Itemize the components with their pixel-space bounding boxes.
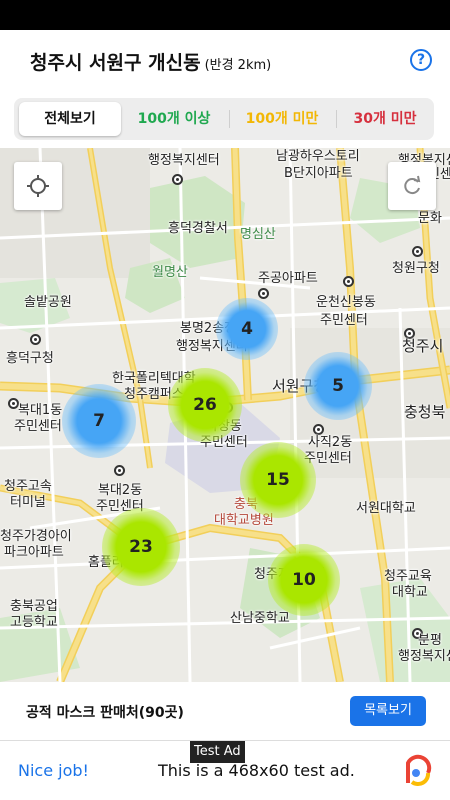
map-label: 산남중학교 <box>230 611 290 626</box>
store-cluster-marker[interactable]: 15 <box>240 442 316 518</box>
map-label: 청주가경아이 <box>0 529 72 544</box>
poi-marker <box>412 246 423 257</box>
test-ad-tag: Test Ad <box>190 741 245 763</box>
poi-marker <box>172 174 183 185</box>
filter-segmented-control: 전체보기 100개 이상 100개 미만 30개 미만 <box>14 98 434 140</box>
filter-divider <box>336 110 337 128</box>
map-label: B단지아파트 <box>284 166 353 181</box>
map-label: 충북공업 <box>10 599 58 614</box>
cluster-count: 15 <box>266 470 290 490</box>
store-cluster-marker[interactable]: 10 <box>268 544 340 616</box>
map-label: 터미널 <box>10 495 46 510</box>
map-label: 주공아파트 <box>258 271 318 286</box>
map-label: 대학교 <box>392 585 428 600</box>
map-label: 명심산 <box>240 227 276 242</box>
filter-all-button[interactable]: 전체보기 <box>19 102 121 136</box>
poi-marker <box>258 288 269 299</box>
poi-marker <box>30 334 41 345</box>
map-label: 복대1동 <box>18 403 63 418</box>
cluster-count: 26 <box>193 395 217 415</box>
crosshair-icon <box>27 175 49 197</box>
refresh-button[interactable] <box>388 162 436 210</box>
map-label: 솔밭공원 <box>24 295 72 310</box>
header: 청주시 서원구 개신동 (반경 2km) ? <box>0 30 450 92</box>
map-label: 청주교육 <box>384 569 432 584</box>
store-cluster-marker[interactable]: 7 <box>62 384 136 458</box>
status-bar <box>0 0 450 30</box>
view-list-button[interactable]: 목록보기 <box>350 696 426 726</box>
map-label: 파크아파트 <box>4 545 64 560</box>
filter-under-100-button[interactable]: 100개 미만 <box>234 102 330 136</box>
map-label: 흥덕구청 <box>6 351 54 366</box>
map-label: 고등학교 <box>10 615 58 630</box>
map-view[interactable]: 행정복지센터 남광하우스토리 B단지아파트 행정복지센터 흥덕경찰서 명심산 월… <box>0 148 450 682</box>
filter-100-plus-button[interactable]: 100개 이상 <box>126 102 222 136</box>
question-circle-icon[interactable]: ? <box>410 49 432 71</box>
cluster-count: 10 <box>292 570 316 590</box>
map-label: 복대2동 <box>98 483 143 498</box>
adchoices-logo-icon[interactable] <box>400 753 432 793</box>
map-label: 청주시 <box>402 337 444 355</box>
map-label: 주민센터 <box>320 313 368 328</box>
store-count-label: 공적 마스크 판매처(90곳) <box>26 705 184 721</box>
poi-marker <box>343 276 354 287</box>
filter-under-30-button[interactable]: 30개 미만 <box>340 102 430 136</box>
map-label: 행정복지센터 <box>148 153 220 168</box>
map-label: 청주고속 <box>4 479 52 494</box>
map-label: 주민센터 <box>14 419 62 434</box>
map-label: 월명산 <box>152 265 188 280</box>
map-label: 사직2동 <box>308 435 353 450</box>
ad-text: This is a 468x60 test ad. <box>158 761 355 780</box>
ad-nice-job-text: Nice job! <box>18 761 89 780</box>
cluster-count: 7 <box>93 411 105 431</box>
map-label: 행정복지센터 <box>398 649 450 664</box>
ad-banner[interactable]: Nice job! This is a 468x60 test ad. Test… <box>0 740 450 800</box>
map-label: 문화 <box>418 211 442 226</box>
cluster-count: 23 <box>129 537 153 557</box>
store-cluster-marker[interactable]: 23 <box>102 508 180 586</box>
page-title: 청주시 서원구 개신동 (반경 2km) <box>30 48 271 75</box>
store-cluster-marker[interactable]: 26 <box>168 368 242 442</box>
cluster-count: 5 <box>332 376 344 396</box>
store-cluster-marker[interactable]: 4 <box>216 298 278 360</box>
cluster-count: 4 <box>241 319 253 339</box>
store-count-bar: 공적 마스크 판매처(90곳) 목록보기 <box>0 682 450 740</box>
map-label: 분평 <box>418 633 442 648</box>
locate-button[interactable] <box>14 162 62 210</box>
map-label: 서원대학교 <box>356 501 416 516</box>
poi-marker <box>114 465 125 476</box>
store-cluster-marker[interactable]: 5 <box>304 352 372 420</box>
filter-divider <box>229 110 230 128</box>
map-label: 남광하우스토리 <box>276 149 360 164</box>
map-label: 청원구청 <box>392 261 440 276</box>
map-label: 흥덕경찰서 <box>168 221 228 236</box>
radius-label: (반경 2km) <box>204 58 272 73</box>
map-label: 충청북 <box>404 403 446 421</box>
map-label: 운천신봉동 <box>316 295 376 310</box>
page-title-text: 청주시 서원구 개신동 <box>30 52 201 74</box>
refresh-icon <box>404 175 421 195</box>
